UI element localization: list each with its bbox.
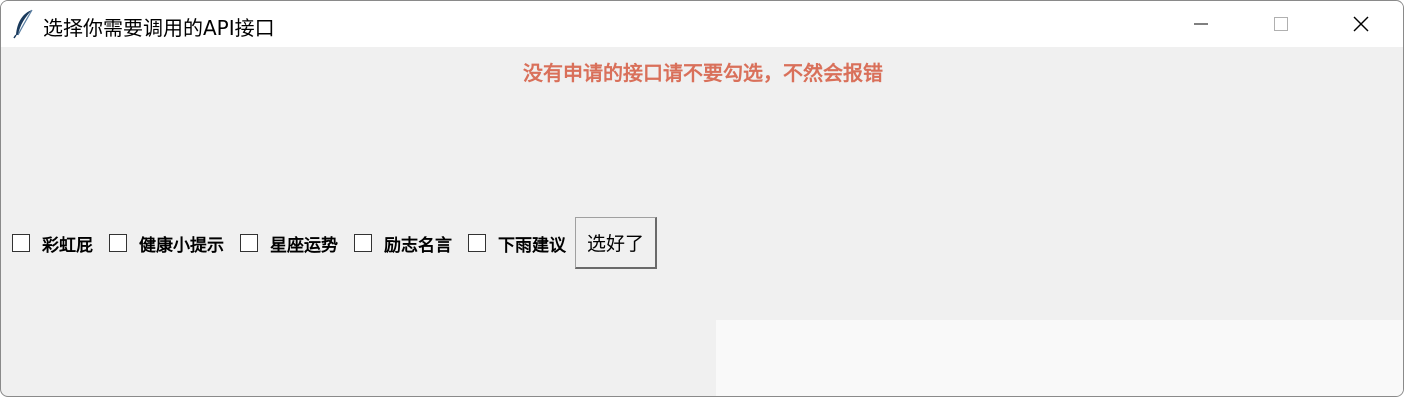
minimize-button[interactable] <box>1161 1 1241 47</box>
window-title: 选择你需要调用的API接口 <box>43 16 275 40</box>
option-rainbow[interactable]: 彩虹屁 <box>12 231 93 256</box>
lower-panel <box>716 320 1403 396</box>
checkbox-horoscope[interactable] <box>240 234 258 252</box>
app-window: 选择你需要调用的API接口 没有申请的接口请不要勾选，不然会报错 彩虹屁 健康小 <box>0 0 1404 397</box>
warning-message: 没有申请的接口请不要勾选，不然会报错 <box>523 61 883 85</box>
option-label: 健康小提示 <box>139 235 224 256</box>
close-icon <box>1353 16 1369 32</box>
api-options: 彩虹屁 健康小提示 星座运势 励志名言 下雨建议 选好了 <box>12 217 657 269</box>
option-quote[interactable]: 励志名言 <box>354 231 452 256</box>
title-bar[interactable]: 选择你需要调用的API接口 <box>1 1 1403 47</box>
maximize-icon <box>1274 17 1288 31</box>
minimize-icon <box>1194 23 1208 25</box>
checkbox-rain-advice[interactable] <box>468 234 486 252</box>
checkbox-rainbow[interactable] <box>12 234 30 252</box>
option-label: 彩虹屁 <box>42 235 93 256</box>
confirm-button[interactable]: 选好了 <box>575 217 657 269</box>
option-horoscope[interactable]: 星座运势 <box>240 231 338 256</box>
checkbox-health-tip[interactable] <box>109 234 127 252</box>
option-label: 星座运势 <box>270 235 338 256</box>
close-button[interactable] <box>1321 1 1401 47</box>
option-label: 励志名言 <box>384 235 452 256</box>
maximize-button[interactable] <box>1241 1 1321 47</box>
option-rain-advice[interactable]: 下雨建议 <box>468 231 566 256</box>
checkbox-quote[interactable] <box>354 234 372 252</box>
option-health-tip[interactable]: 健康小提示 <box>109 231 224 256</box>
option-label: 下雨建议 <box>498 235 566 256</box>
feather-icon <box>13 9 35 39</box>
